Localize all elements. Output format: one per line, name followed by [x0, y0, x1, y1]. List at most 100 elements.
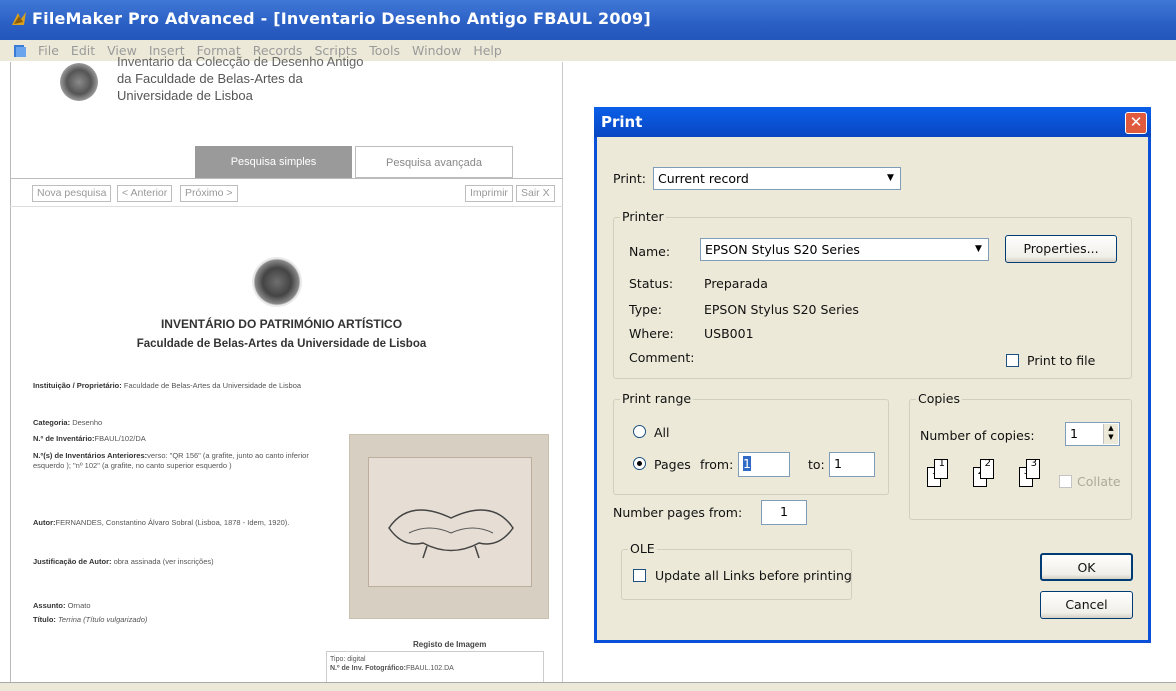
previous-inventory-label: N.º(s) de Inventários Anteriores: [33, 451, 148, 460]
category-value: Desenho [72, 418, 103, 427]
subject-value: Ornato [67, 601, 91, 610]
artwork-drawing [368, 457, 532, 587]
title-bar: FileMaker Pro Advanced - [Inventario Des… [0, 0, 1176, 40]
menu-window[interactable]: Window [412, 43, 461, 58]
dialog-title-bar: Print ✕ [594, 107, 1151, 137]
owner-label: Instituição / Proprietário: [33, 381, 122, 390]
properties-button[interactable]: Properties... [1005, 235, 1117, 263]
inventory-value: FBAUL/102/DA [94, 434, 146, 443]
header-text: Inventario da Colecção de Desenho Antigo… [117, 54, 363, 104]
menu-edit[interactable]: Edit [71, 43, 95, 58]
header-line-3: Universidade de Lisboa [117, 88, 253, 103]
title-field: Título: Terrina (Título vulgarizado) [33, 615, 147, 625]
record-layout: Inventario da Colecção de Desenho Antigo… [0, 54, 563, 691]
dropdown-arrow-icon[interactable]: ▼ [882, 169, 899, 187]
print-to-file-checkbox[interactable] [1006, 354, 1019, 367]
number-of-copies-label: Number of copies: [920, 428, 1035, 443]
print-button[interactable]: Imprimir [465, 185, 513, 202]
number-pages-from-label: Number pages from: [613, 505, 743, 520]
status-bar [0, 682, 1176, 691]
category-field: Categoria: Desenho [33, 418, 102, 428]
ornament-drawing [388, 509, 514, 559]
author-value: FERNANDES, Constantino Álvaro Sobral (Li… [55, 518, 290, 527]
tab-advanced-search[interactable]: Pesquisa avançada [355, 146, 513, 178]
to-page-value: 1 [834, 456, 842, 471]
where-value: USB001 [704, 326, 754, 341]
print-dialog: Print ✕ Print: Current record ▼ Printer … [594, 107, 1151, 643]
print-scope-value: Current record [658, 171, 749, 186]
print-label: Print: [613, 171, 646, 186]
title-value: Terrina (Título vulgarizado) [58, 615, 148, 624]
dropdown-arrow-icon[interactable]: ▼ [970, 240, 987, 258]
print-to-file-label: Print to file [1027, 353, 1096, 368]
filemaker-app-icon[interactable] [10, 10, 28, 28]
artwork-photo [349, 434, 549, 619]
document-icon[interactable] [12, 43, 28, 59]
from-page-input[interactable]: 1 [738, 452, 790, 477]
header-line-1: Inventario da Colecção de Desenho Antigo [117, 54, 364, 69]
printer-name-select[interactable]: EPSON Stylus S20 Series ▼ [700, 238, 989, 261]
category-label: Categoria: [33, 418, 71, 427]
image-registry-title: Registo de Imagem [413, 640, 487, 649]
previous-button[interactable]: < Anterior [117, 185, 173, 202]
divider [10, 206, 563, 207]
close-icon[interactable]: ✕ [1125, 112, 1147, 134]
author-field: Autor:FERNANDES, Constantino Álvaro Sobr… [33, 518, 289, 528]
app-window: FileMaker Pro Advanced - [Inventario Des… [0, 0, 1176, 691]
ok-button[interactable]: OK [1040, 553, 1133, 581]
tab-simple-search[interactable]: Pesquisa simples [195, 146, 352, 178]
cancel-button[interactable]: Cancel [1040, 591, 1133, 619]
comment-label: Comment: [629, 350, 695, 365]
divider [10, 178, 563, 179]
menu-help[interactable]: Help [473, 43, 502, 58]
printer-group-label: Printer [620, 209, 666, 224]
print-scope-select[interactable]: Current record ▼ [653, 167, 901, 190]
inventory-field: N.º de Inventário:FBAUL/102/DA [33, 434, 146, 444]
menu-file[interactable]: File [38, 43, 59, 58]
copies-spinner[interactable]: 1 ▲ ▼ [1065, 422, 1120, 446]
subject-label: Assunto: [33, 601, 66, 610]
university-logo [60, 63, 98, 101]
report-subtitle: Faculdade de Belas-Artes da Universidade… [136, 338, 427, 350]
justification-value: obra assinada (ver inscrições) [113, 557, 214, 566]
status-value: Preparada [704, 276, 768, 291]
print-range-label: Print range [620, 391, 694, 406]
from-label: from: [700, 457, 734, 472]
pages-radio[interactable] [633, 457, 646, 470]
copies-group-label: Copies [916, 391, 962, 406]
previous-inventory-field: N.º(s) de Inventários Anteriores:verso: … [33, 451, 333, 471]
update-links-checkbox[interactable] [633, 569, 646, 582]
owner-value: Faculdade de Belas-Artes da Universidade… [123, 381, 302, 390]
subject-field: Assunto: Ornato [33, 601, 91, 611]
spinner-arrows-icon[interactable]: ▲ ▼ [1103, 424, 1118, 444]
dialog-title: Print [601, 113, 643, 131]
layout-left-border [10, 62, 11, 691]
status-label: Status: [629, 276, 674, 291]
justification-label: Justificação de Autor: [33, 557, 112, 566]
inventory-label: N.º de Inventário: [33, 434, 95, 443]
menu-tools[interactable]: Tools [369, 43, 400, 58]
pages-label: Pages [654, 457, 691, 472]
update-links-label: Update all Links before printing [655, 568, 852, 583]
print-range-group: Print range [613, 391, 889, 495]
photo-inventory-value: FBAUL.102.DA [405, 665, 454, 672]
number-pages-from-input[interactable]: 1 [761, 500, 807, 525]
window-title: FileMaker Pro Advanced - [Inventario Des… [32, 9, 651, 28]
collate-checkbox[interactable] [1059, 475, 1072, 488]
to-label: to: [808, 457, 825, 472]
title-label: Título: [33, 615, 56, 624]
all-label: All [654, 425, 670, 440]
to-page-input[interactable]: 1 [829, 452, 875, 477]
new-search-button[interactable]: Nova pesquisa [32, 185, 112, 202]
from-page-value: 1 [743, 456, 751, 471]
university-seal [252, 257, 302, 307]
ole-group-label: OLE [628, 541, 657, 556]
exit-button[interactable]: Sair X [516, 185, 555, 202]
copies-value: 1 [1070, 426, 1078, 441]
type-label: Tipo: [330, 656, 346, 663]
all-radio[interactable] [633, 425, 646, 438]
name-label: Name: [629, 244, 671, 259]
next-button[interactable]: Próximo > [180, 185, 238, 202]
number-pages-from-value: 1 [780, 504, 788, 519]
owner-field: Instituição / Proprietário: Faculdade de… [33, 381, 333, 391]
